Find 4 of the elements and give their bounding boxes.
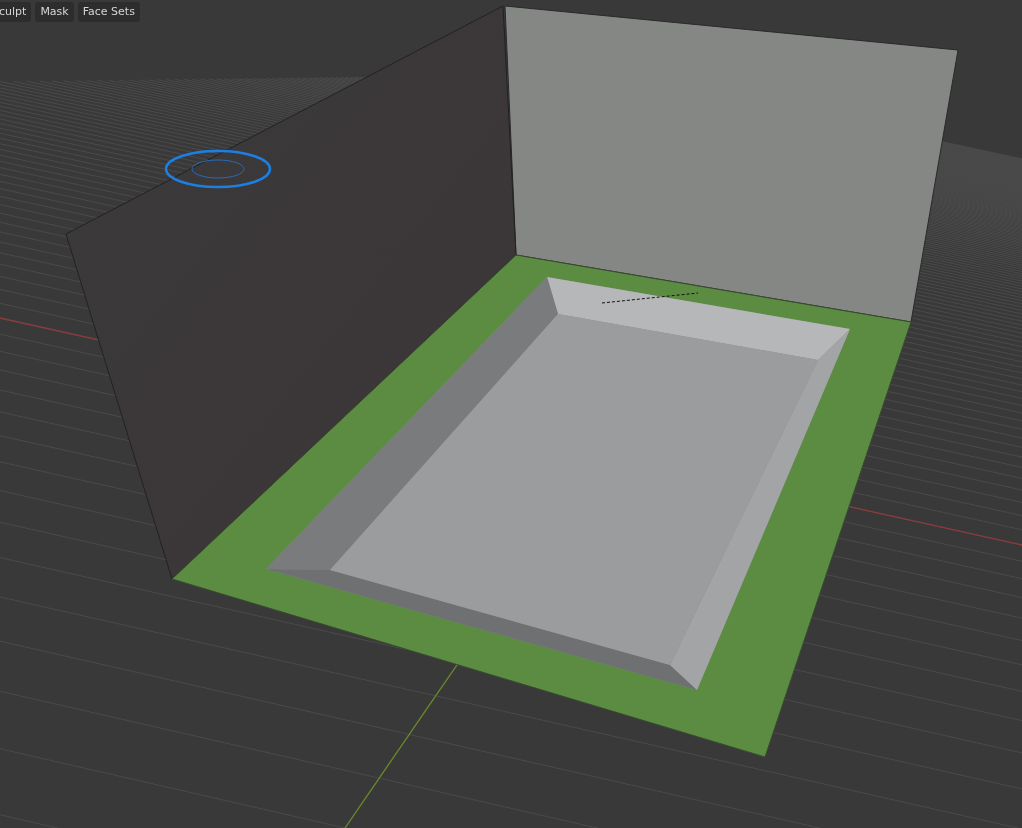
menu-button[interactable]: Mask bbox=[35, 2, 74, 22]
menu-button[interactable]: Face Sets bbox=[77, 2, 140, 22]
brush-cursor-icon bbox=[164, 149, 272, 189]
menu-button[interactable]: culpt bbox=[0, 2, 32, 22]
